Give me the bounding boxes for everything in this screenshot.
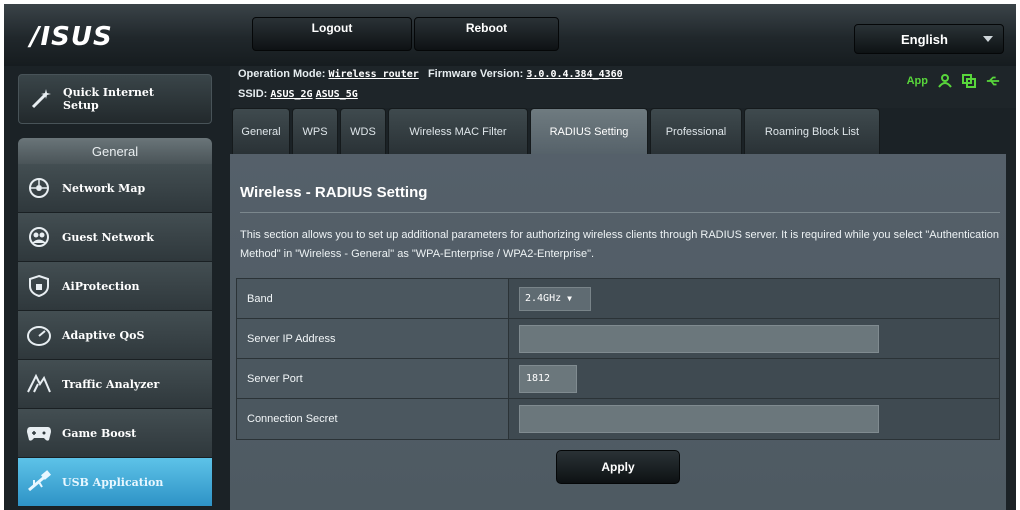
operation-mode-label: Operation Mode:	[238, 68, 326, 80]
logout-button[interactable]: Logout	[252, 17, 412, 51]
sidebar-item-label: USB Application	[62, 475, 164, 489]
sidebar-item-label: Network Map	[62, 181, 146, 195]
ssid-line: SSID: ASUS_2G ASUS_5G	[238, 88, 358, 100]
status-icons: App	[907, 74, 1000, 88]
table-row: Connection Secret	[237, 399, 999, 439]
reboot-button[interactable]: Reboot	[414, 17, 559, 51]
band-label: Band	[237, 279, 509, 318]
server-port-label: Server Port	[237, 359, 509, 398]
shield-icon	[26, 273, 52, 299]
sidebar-item-label: Adaptive QoS	[62, 328, 145, 342]
radius-settings-table: Band 2.4GHz ▼ Server IP Address Server P…	[236, 278, 1000, 440]
sidebar-item-label: Game Boost	[62, 426, 137, 440]
sidebar-item-label: AiProtection	[62, 279, 140, 293]
sidebar-item-label: Traffic Analyzer	[62, 377, 160, 391]
sidebar-item-network-map[interactable]: Network Map	[18, 164, 212, 213]
sidebar-item-traffic-analyzer[interactable]: Traffic Analyzer	[18, 360, 212, 409]
ssid-2g-link[interactable]: ASUS_2G	[270, 89, 312, 100]
chevron-down-icon: ▼	[567, 294, 572, 303]
table-row: Band 2.4GHz ▼	[237, 279, 999, 319]
tab-roaming-block-list[interactable]: Roaming Block List	[744, 108, 880, 154]
ssid-5g-link[interactable]: ASUS_5G	[316, 89, 358, 100]
gamepad-icon	[26, 420, 52, 446]
chevron-down-icon	[983, 36, 993, 42]
band-select[interactable]: 2.4GHz ▼	[519, 286, 591, 311]
sidebar-item-guest-network[interactable]: Guest Network	[18, 213, 212, 262]
asus-logo: /ISUS	[30, 22, 113, 52]
ssid-label: SSID:	[238, 88, 268, 100]
tab-wireless-mac-filter[interactable]: Wireless MAC Filter	[388, 108, 528, 154]
server-ip-input[interactable]	[519, 324, 879, 353]
page-description: This section allows you to set up additi…	[240, 229, 999, 260]
firmware-label: Firmware Version:	[427, 68, 524, 80]
quick-internet-setup-label: Quick Internet Setup	[63, 86, 155, 112]
server-ip-label: Server IP Address	[237, 319, 509, 358]
title-divider	[240, 212, 1000, 213]
tab-general[interactable]: General	[232, 108, 290, 154]
main-panel: Wireless - RADIUS Setting This section a…	[230, 154, 1006, 510]
router-admin-window: /ISUS Logout Reboot English Operation Mo…	[4, 4, 1016, 510]
sidebar-section-general: General	[18, 138, 212, 164]
page-title: Wireless - RADIUS Setting	[240, 184, 428, 201]
sidebar-item-aiprotection[interactable]: AiProtection	[18, 262, 212, 311]
sidebar: Quick Internet Setup General Network Map…	[4, 66, 230, 510]
tab-bar: General WPS WDS Wireless MAC Filter RADI…	[230, 108, 1016, 154]
table-row: Server IP Address	[237, 319, 999, 359]
quick-internet-setup-button[interactable]: Quick Internet Setup	[18, 74, 212, 124]
sidebar-item-adaptive-qos[interactable]: Adaptive QoS	[18, 311, 212, 360]
operation-mode-line: Operation Mode: Wireless router Firmware…	[238, 68, 623, 80]
tab-radius-setting[interactable]: RADIUS Setting	[530, 108, 648, 154]
server-port-input[interactable]: 1812	[519, 364, 577, 393]
table-row: Server Port 1812	[237, 359, 999, 399]
gauge-icon	[26, 322, 52, 348]
app-link[interactable]: App	[907, 75, 928, 87]
firmware-version-link[interactable]: 3.0.0.4.384_4360	[526, 69, 622, 80]
sidebar-item-game-boost[interactable]: Game Boost	[18, 409, 212, 458]
connection-secret-input[interactable]	[519, 405, 879, 433]
copy-icon[interactable]	[962, 74, 976, 88]
sidebar-item-label: Guest Network	[62, 230, 154, 244]
wizard-icon	[29, 86, 55, 112]
band-value: 2.4GHz	[525, 293, 562, 304]
sidebar-item-usb-application[interactable]: USB Application	[18, 458, 212, 507]
status-info-bar: Operation Mode: Wireless router Firmware…	[230, 66, 1016, 108]
tab-wds[interactable]: WDS	[340, 108, 386, 154]
connection-secret-label: Connection Secret	[237, 399, 509, 439]
tab-professional[interactable]: Professional	[650, 108, 742, 154]
apply-button[interactable]: Apply	[556, 450, 680, 484]
sidebar-menu: Network Map Guest Network AiProtection A…	[18, 164, 212, 507]
guest-network-icon	[26, 224, 52, 250]
operation-mode-link[interactable]: Wireless router	[328, 69, 418, 80]
tab-wps[interactable]: WPS	[292, 108, 338, 154]
language-select[interactable]: English	[854, 24, 1004, 54]
language-label: English	[901, 31, 948, 47]
usb-icon	[26, 469, 52, 495]
network-map-icon	[26, 175, 52, 201]
traffic-analyzer-icon	[26, 371, 52, 397]
clients-icon[interactable]	[938, 74, 952, 88]
usb-status-icon[interactable]	[986, 74, 1000, 88]
top-bar: /ISUS Logout Reboot English	[4, 4, 1016, 66]
